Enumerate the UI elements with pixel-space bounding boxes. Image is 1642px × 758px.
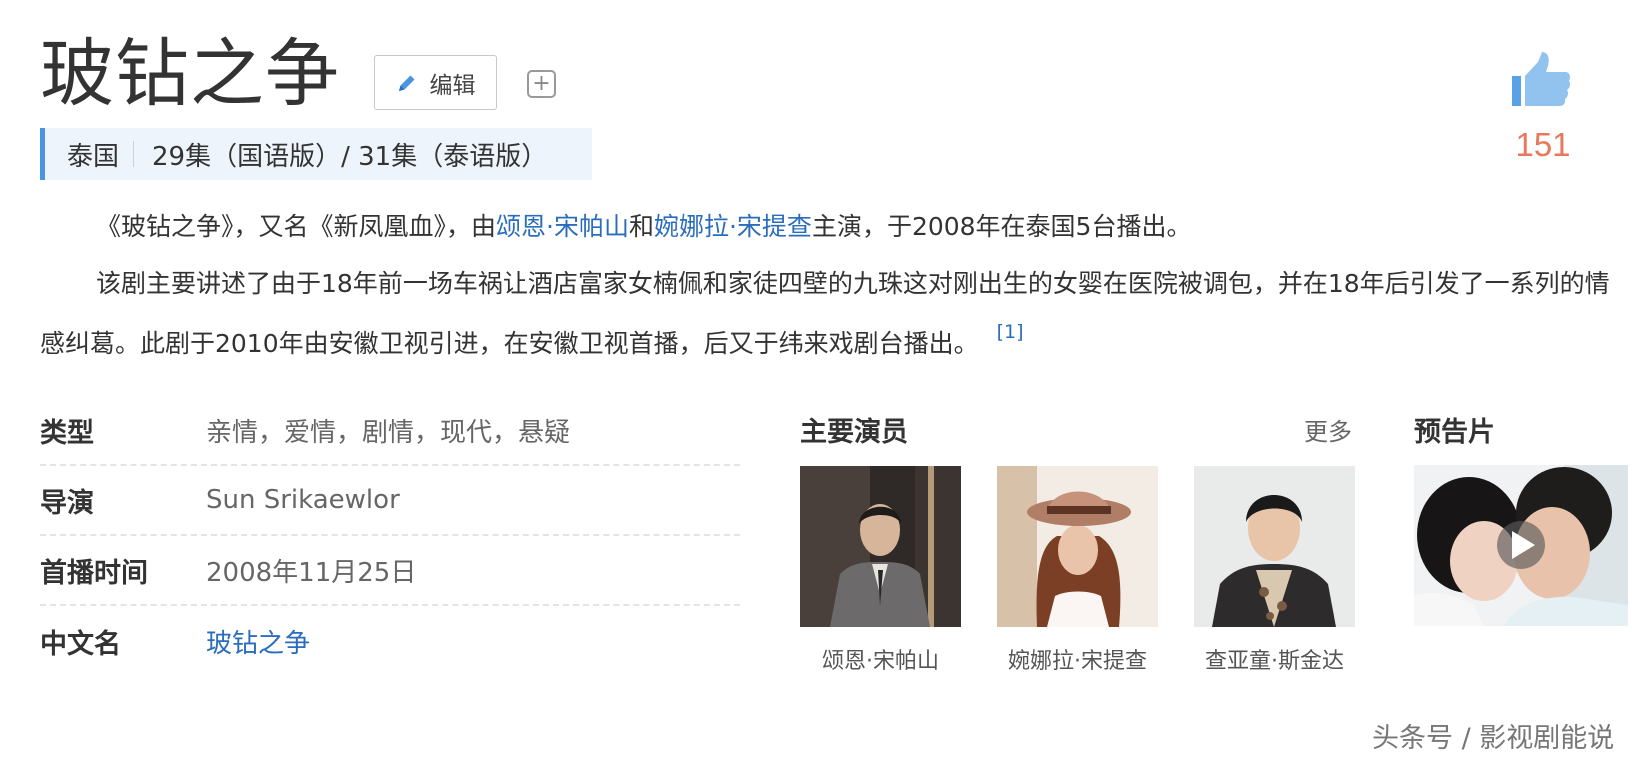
info-row-chinese-name: 中文名 玻钻之争 (40, 606, 740, 676)
plus-square-icon[interactable]: + (527, 70, 556, 98)
meta-country: 泰国 (67, 141, 120, 172)
info-label: 中文名 (40, 628, 121, 660)
cast-more-link[interactable]: 更多 (1304, 412, 1352, 447)
actor-name: 颂恩·宋帕山 (822, 649, 939, 674)
summary-p1-suffix: 主演，于2008年在泰国5台播出。 (811, 212, 1192, 241)
watermark: 头条号 / 影视剧能说 (1372, 723, 1615, 754)
info-row-premiere: 首播时间 2008年11月25日 (40, 536, 740, 606)
meta-episodes: 29集（国语版）/ 31集（泰语版） (152, 141, 548, 172)
info-row-genre: 类型 亲情，爱情，剧情，现代，悬疑 (40, 396, 740, 466)
info-label: 类型 (40, 417, 94, 449)
cast-heading: 主要演员 (800, 417, 908, 448)
edit-button[interactable]: 编辑 (374, 55, 497, 110)
chinese-name-link[interactable]: 玻钻之争 (206, 623, 310, 660)
cast-list: 颂恩·宋帕山 婉娜拉·宋提查 查亚童·斯金达 (800, 466, 1355, 675)
info-table: 类型 亲情，爱情，剧情，现代，悬疑 导演 Sun Srikaewlor 首播时间… (40, 396, 740, 676)
info-row-director: 导演 Sun Srikaewlor (40, 466, 740, 536)
info-label: 首播时间 (40, 557, 148, 589)
actor-name: 查亚童·斯金达 (1205, 649, 1344, 674)
info-value: 2008年11月25日 (206, 557, 417, 588)
citation-link[interactable]: [1] (997, 321, 1024, 343)
summary-p1-mid: 和 (628, 212, 654, 241)
cast-card[interactable]: 查亚童·斯金达 (1194, 466, 1355, 675)
actor-photo (800, 466, 961, 627)
entry-title: 玻钻之争 (40, 31, 340, 117)
trailer-thumbnail[interactable] (1414, 465, 1628, 626)
actor-link-1[interactable]: 颂恩·宋帕山 (496, 212, 629, 241)
actor-photo (997, 466, 1158, 627)
cast-card[interactable]: 婉娜拉·宋提查 (997, 466, 1158, 675)
info-value: Sun Srikaewlor (206, 485, 400, 515)
summary-p2-text: 该剧主要讲述了由于18年前一场车祸让酒店富家女楠佩和家徒四壁的九珠这对刚出生的女… (40, 269, 1610, 358)
info-value: 亲情，爱情，剧情，现代，悬疑 (206, 417, 571, 448)
actor-name: 婉娜拉·宋提查 (1008, 649, 1147, 674)
edit-label: 编辑 (429, 72, 476, 99)
like-count: 151 (1515, 126, 1571, 163)
trailer-heading: 预告片 (1414, 417, 1495, 448)
meta-bar: 泰国 29集（国语版）/ 31集（泰语版） (40, 128, 592, 180)
summary-p1-prefix: 《玻钻之争》，又名《新凤凰血》，由 (96, 212, 497, 241)
summary-paragraph-2: 该剧主要讲述了由于18年前一场车祸让酒店富家女楠佩和家徒四壁的九珠这对刚出生的女… (40, 260, 1620, 368)
cast-card[interactable]: 颂恩·宋帕山 (800, 466, 961, 675)
thumbs-up-icon[interactable] (1510, 50, 1572, 116)
summary-paragraph-1: 《玻钻之争》，又名《新凤凰血》，由颂恩·宋帕山和婉娜拉·宋提查主演，于2008年… (40, 203, 1610, 251)
info-label: 导演 (40, 487, 94, 519)
pencil-icon (398, 75, 414, 91)
actor-link-2[interactable]: 婉娜拉·宋提查 (654, 212, 812, 241)
actor-photo (1194, 466, 1355, 627)
